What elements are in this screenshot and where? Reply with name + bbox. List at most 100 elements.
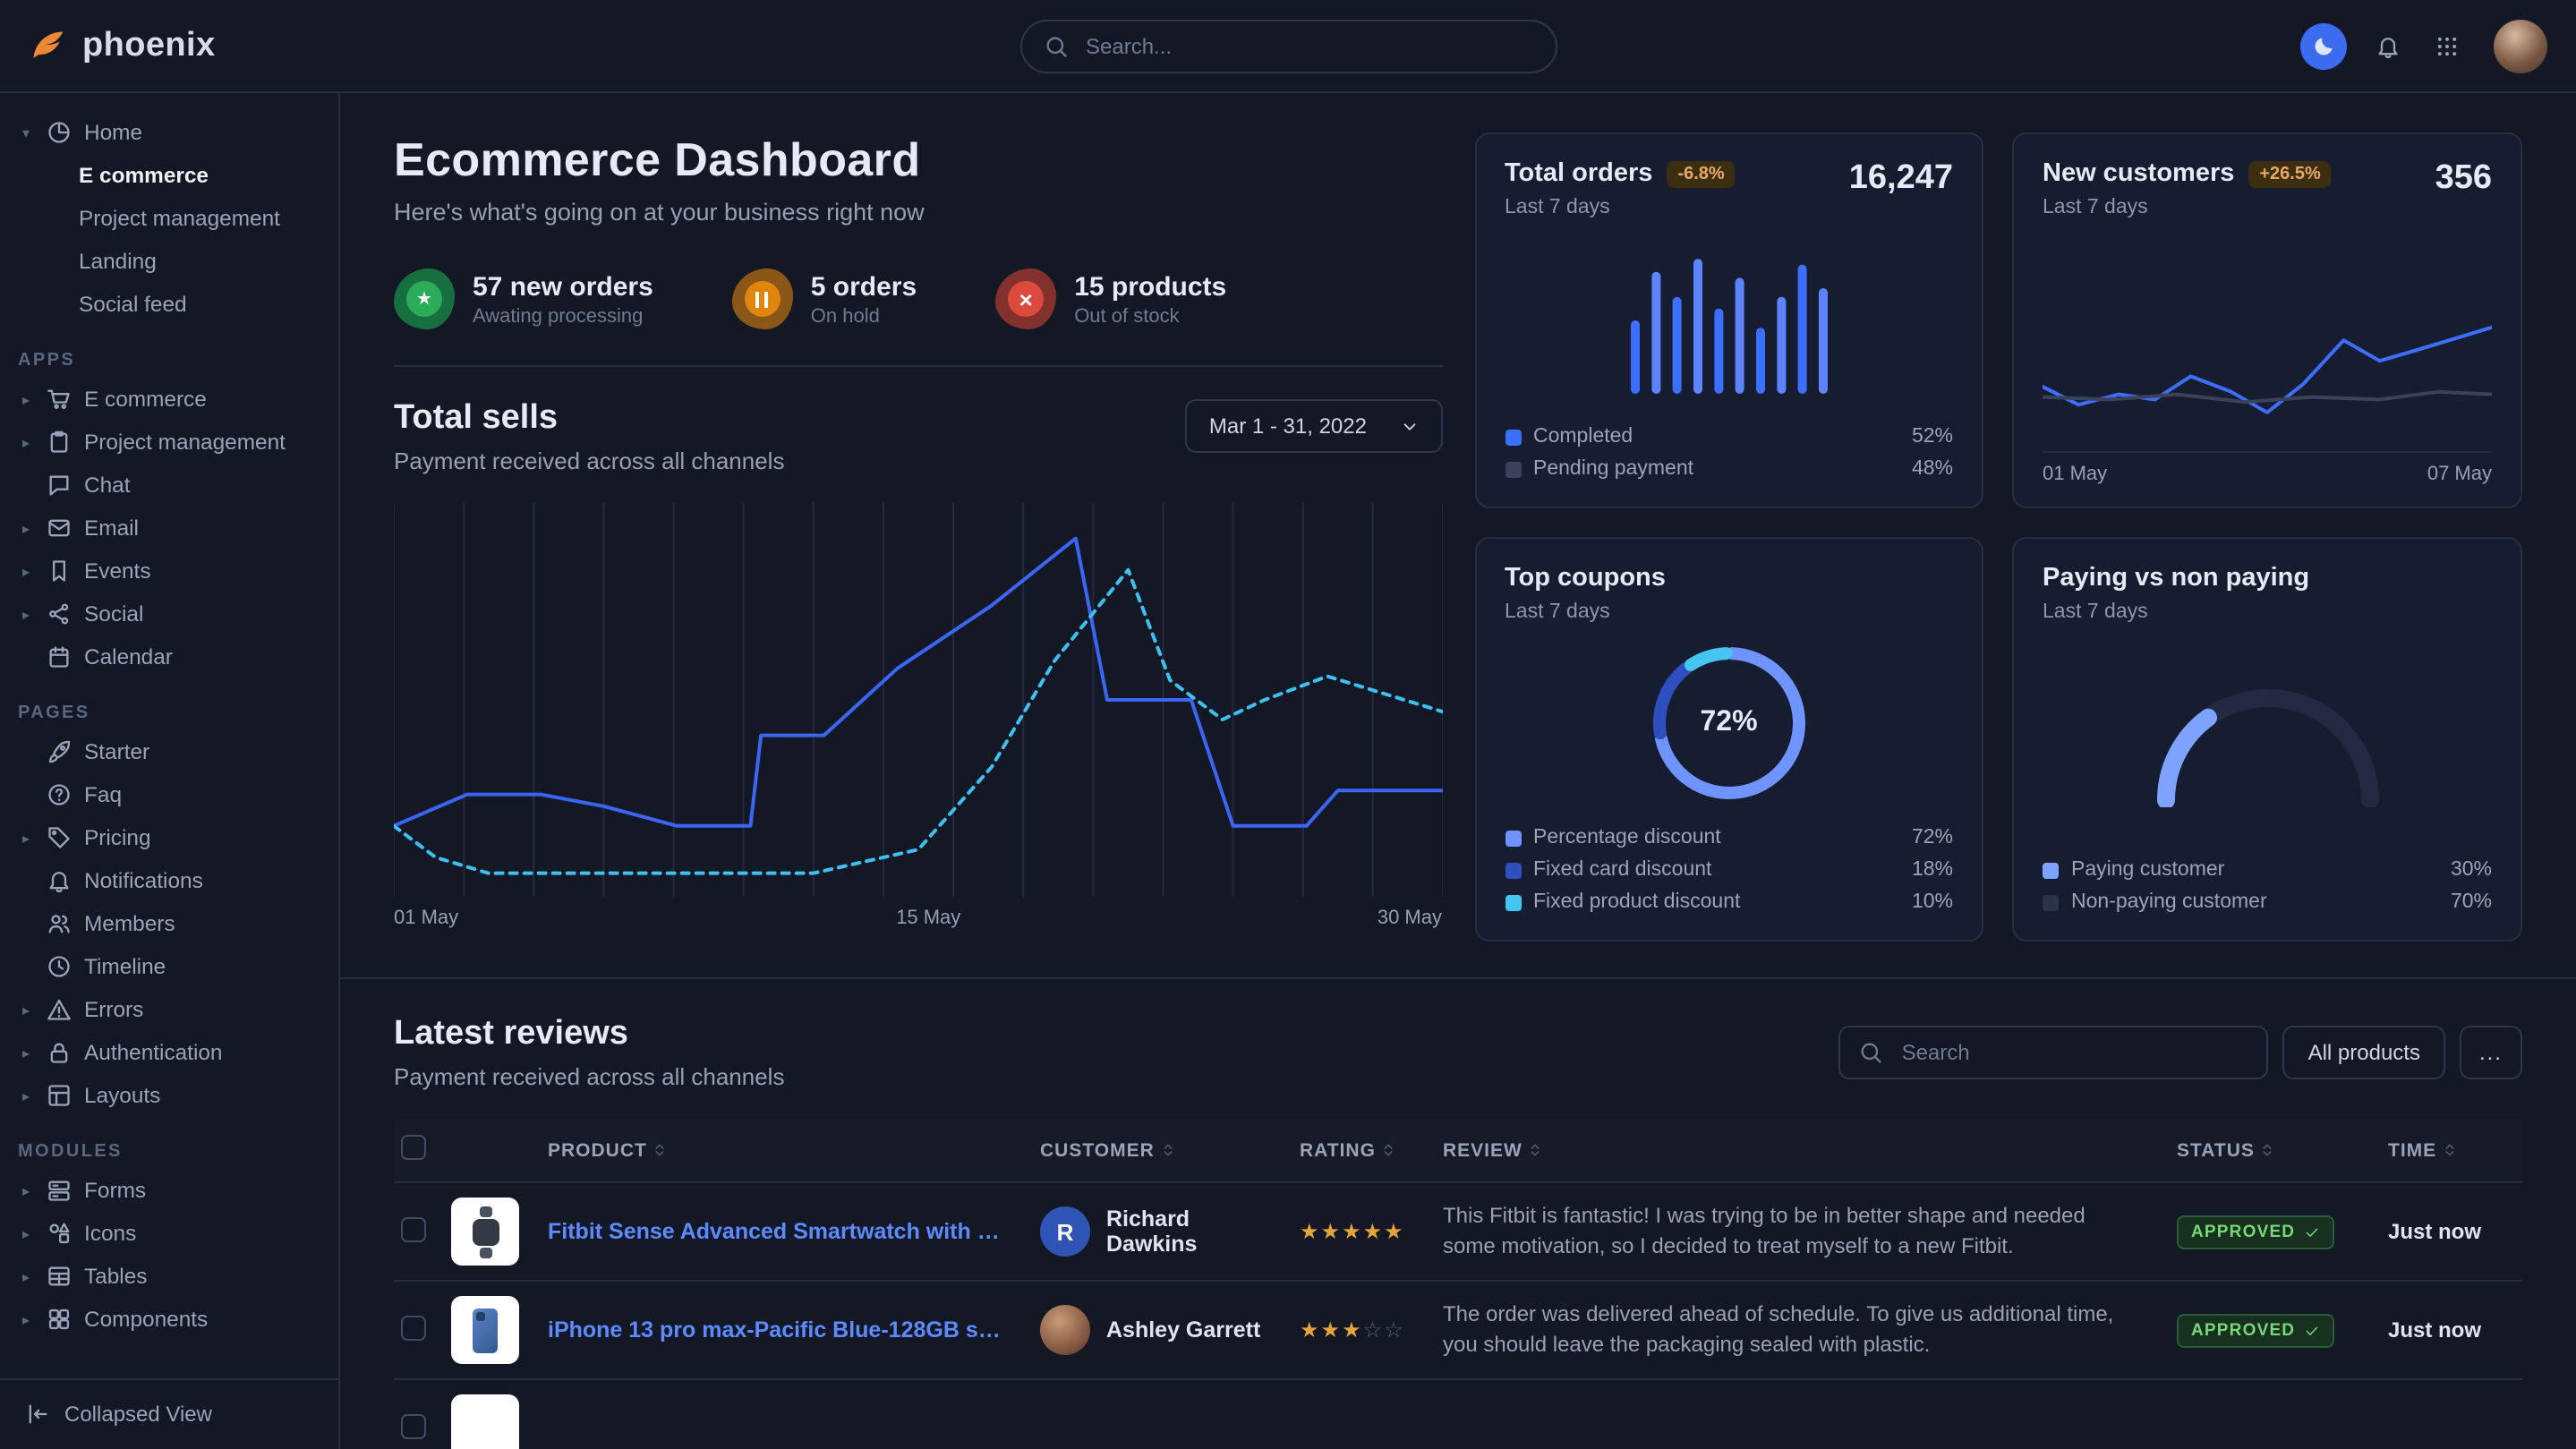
sidebar-item-e-commerce[interactable]: E commerce xyxy=(0,154,338,197)
column-header-customer[interactable]: CUSTOMER xyxy=(1033,1119,1292,1182)
caret-right-icon: ▸ xyxy=(18,520,34,536)
sidebar-item-pricing[interactable]: ▸ Pricing xyxy=(0,816,338,859)
bookmark-icon xyxy=(47,558,72,584)
column-header-review[interactable]: REVIEW xyxy=(1436,1119,2170,1182)
grid-icon xyxy=(2435,33,2465,58)
sidebar-item-errors[interactable]: ▸ Errors xyxy=(0,988,338,1031)
phoenix-logo-icon xyxy=(29,26,68,65)
dashboard-left-column: Ecommerce Dashboard Here's what's going … xyxy=(394,132,1442,942)
product-link[interactable]: iPhone 13 pro max-Pacific Blue-128GB sto… xyxy=(548,1317,1026,1342)
select-all-checkbox[interactable] xyxy=(401,1135,426,1160)
column-header-rating[interactable]: RATING xyxy=(1292,1119,1436,1182)
sidebar-section-apps: APPS xyxy=(18,351,338,371)
table-icon xyxy=(47,1264,72,1289)
components-icon xyxy=(47,1307,72,1332)
latest-reviews-section: Latest reviews Payment received across a… xyxy=(394,979,2522,1449)
caret-right-icon: ▸ xyxy=(18,1311,34,1327)
rocket-icon xyxy=(47,739,72,764)
sidebar-item-tables[interactable]: ▸ Tables xyxy=(0,1255,338,1298)
sidebar-item-forms[interactable]: ▸ Forms xyxy=(0,1169,338,1212)
column-header-product[interactable]: PRODUCT xyxy=(541,1119,1033,1182)
sidebar-item-events[interactable]: ▸ Events xyxy=(0,550,338,592)
chat-icon xyxy=(47,473,72,498)
page-subtitle: Here's what's going on at your business … xyxy=(394,199,1442,226)
row-checkbox[interactable] xyxy=(401,1315,426,1340)
caret-down-icon: ▾ xyxy=(18,124,34,141)
share-icon xyxy=(47,601,72,626)
stat-item: 5 orders On hold xyxy=(732,268,917,329)
all-products-button[interactable]: All products xyxy=(2283,1026,2445,1079)
sidebar-item-members[interactable]: Members xyxy=(0,902,338,945)
review-text: The order was delivered ahead of schedul… xyxy=(1436,1281,2170,1379)
sidebar-item-landing[interactable]: Landing xyxy=(0,240,338,283)
collapse-label: Collapsed View xyxy=(64,1402,212,1427)
sidebar-item-icons[interactable]: ▸ Icons xyxy=(0,1212,338,1255)
legend-swatch xyxy=(1505,894,1521,910)
reviews-search[interactable] xyxy=(1839,1026,2269,1079)
global-search-input[interactable] xyxy=(1082,31,1533,60)
sidebar-item-components[interactable]: ▸ Components xyxy=(0,1298,338,1341)
app-root: phoenix ▾ HomeE commerceProject manageme… xyxy=(0,0,2576,1449)
sidebar-item-chat[interactable]: Chat xyxy=(0,464,338,507)
sidebar-item-calendar[interactable]: Calendar xyxy=(0,635,338,678)
caret-right-icon: ▸ xyxy=(18,1268,34,1284)
sidebar-item-authentication[interactable]: ▸ Authentication xyxy=(0,1031,338,1074)
legend-swatch xyxy=(1505,830,1521,846)
sidebar-item-project-management[interactable]: Project management xyxy=(0,197,338,240)
search-icon xyxy=(1043,33,1068,58)
page-title: Ecommerce Dashboard xyxy=(394,132,1442,188)
collapse-sidebar-button[interactable]: Collapsed View xyxy=(0,1377,338,1449)
notifications-button[interactable] xyxy=(2376,33,2406,58)
product-link[interactable]: Fitbit Sense Advanced Smartwatch with To… xyxy=(548,1219,1026,1244)
cart-icon xyxy=(47,387,72,412)
more-actions-button[interactable]: ... xyxy=(2460,1026,2522,1079)
review-time: Just now xyxy=(2381,1182,2522,1281)
legend-item: Completed 52% xyxy=(1505,421,1953,453)
row-checkbox[interactable] xyxy=(401,1216,426,1241)
status-badge: APPROVED xyxy=(2177,1313,2334,1347)
stat-item: ★ 57 new orders Awating processing xyxy=(394,268,653,329)
total-sells-chart xyxy=(394,503,1442,897)
apps-grid-button[interactable] xyxy=(2435,33,2465,58)
caret-right-icon: ▸ xyxy=(18,563,34,579)
paying-vs-nonpaying-card: Paying vs non paying Last 7 days Paying … xyxy=(2012,537,2522,942)
review-time: Just now xyxy=(2381,1281,2522,1379)
clipboard-icon xyxy=(47,430,72,455)
paying-legend: Paying customer 30% Non-paying customer … xyxy=(2043,854,2492,918)
review-row: iPhone 13 pro max-Pacific Blue-128GB sto… xyxy=(394,1281,2522,1379)
rating-stars: ★★★★★ xyxy=(1292,1182,1436,1281)
reviews-search-input[interactable] xyxy=(1898,1038,2249,1067)
new-customers-card: New customers +26.5% Last 7 days 356 01 … xyxy=(2012,132,2522,508)
date-range-select[interactable]: Mar 1 - 31, 2022 xyxy=(1186,399,1442,453)
sidebar-item-layouts[interactable]: ▸ Layouts xyxy=(0,1074,338,1117)
review-row xyxy=(394,1379,2522,1449)
new-customers-value: 356 xyxy=(2435,159,2492,199)
total-orders-legend: Completed 52% Pending payment 48% xyxy=(1505,421,1953,485)
sidebar-item-notifications[interactable]: Notifications xyxy=(0,859,338,902)
sidebar-item-timeline[interactable]: Timeline xyxy=(0,945,338,988)
sidebar-item-faq[interactable]: Faq xyxy=(0,773,338,816)
sidebar-item-social[interactable]: ▸ Social xyxy=(0,592,338,635)
latest-reviews-subtitle: Payment received across all channels xyxy=(394,1063,784,1090)
user-avatar[interactable] xyxy=(2494,19,2547,72)
sidebar-item-starter[interactable]: Starter xyxy=(0,730,338,773)
column-header-status[interactable]: STATUS xyxy=(2170,1119,2381,1182)
rating-stars: ★★★☆☆ xyxy=(1292,1281,1436,1379)
review-text: This Fitbit is fantastic! I was trying t… xyxy=(1436,1182,2170,1281)
sidebar-item-social-feed[interactable]: Social feed xyxy=(0,283,338,326)
product-thumbnail xyxy=(451,1296,519,1364)
global-search[interactable] xyxy=(1019,19,1557,72)
latest-reviews-title: Latest reviews xyxy=(394,1015,784,1054)
search-icon xyxy=(1859,1040,1884,1065)
sidebar-item-e-commerce[interactable]: ▸ E commerce xyxy=(0,378,338,421)
theme-toggle-button[interactable] xyxy=(2300,22,2347,69)
sidebar-nav: ▾ HomeE commerceProject managementLandin… xyxy=(0,111,338,1341)
brand[interactable]: phoenix xyxy=(29,26,369,65)
row-checkbox[interactable] xyxy=(401,1413,426,1438)
sidebar-item-project-management[interactable]: ▸ Project management xyxy=(0,421,338,464)
sidebar-item-email[interactable]: ▸ Email xyxy=(0,507,338,550)
column-header-time[interactable]: TIME xyxy=(2381,1119,2522,1182)
moon-icon xyxy=(2311,33,2336,58)
legend-swatch xyxy=(1505,429,1521,445)
sidebar-item-home[interactable]: ▾ Home xyxy=(0,111,338,154)
